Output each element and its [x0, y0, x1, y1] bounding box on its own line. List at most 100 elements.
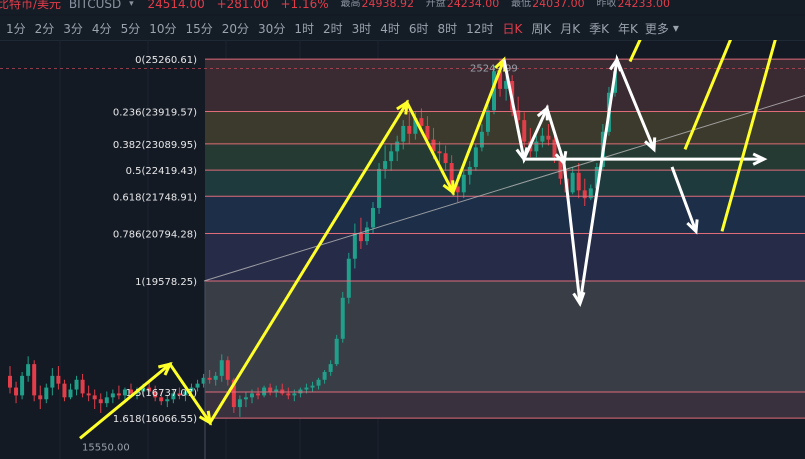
price-change-percent: +1.16%	[280, 0, 329, 11]
timeframe-10[interactable]: 2时	[323, 20, 343, 37]
price-annotation-0: 25249.99	[470, 64, 518, 75]
candle-body-6	[44, 387, 49, 400]
candle-body-59	[364, 227, 369, 242]
candle-body-50	[310, 385, 315, 388]
candle-body-54	[334, 338, 339, 365]
prev-close-value: 24233.00	[617, 0, 670, 10]
candle-body-16	[104, 397, 109, 404]
symbol-selector[interactable]: BITCUSD	[69, 0, 121, 10]
candle-body-14	[92, 395, 97, 400]
fib-label-5: 0.786(20794.28)	[113, 230, 197, 241]
chevron-down-icon[interactable]: ▾	[673, 21, 679, 35]
fib-band-5	[205, 233, 805, 282]
timeframe-0[interactable]: 1分	[6, 20, 26, 37]
open-value: 24234.00	[446, 0, 500, 10]
candle-body-41	[256, 393, 261, 396]
low-value: 24037.00	[532, 0, 585, 10]
candle-body-0	[8, 375, 12, 388]
candle-body-88	[540, 135, 545, 142]
timeframe-15[interactable]: 12时	[466, 20, 493, 37]
timeframe-16[interactable]: 日K	[502, 20, 522, 37]
candle-body-7	[50, 375, 55, 388]
candle-body-87	[534, 141, 539, 152]
candle-body-48	[298, 389, 303, 394]
fib-label-4: 0.618(21748.91)	[113, 192, 197, 203]
candle-body-64	[395, 141, 400, 152]
candle-body-17	[110, 393, 115, 398]
candle-body-12	[80, 379, 85, 394]
timeframe-12[interactable]: 4时	[380, 20, 400, 37]
high-label: 最高	[340, 0, 361, 9]
candle-body-40	[250, 393, 254, 398]
candle-body-53	[328, 364, 333, 372]
fib-label-2: 0.382(23089.95)	[113, 140, 197, 151]
candle-body-9	[62, 383, 67, 398]
candle-body-44	[274, 389, 279, 392]
candle-body-62	[383, 161, 388, 169]
candle-body-35	[219, 360, 224, 376]
candle-body-55	[340, 297, 345, 339]
timeframe-toolbar: 1分 2分 3分 4分 5分 10分 15分 20分 30分 1时 2时 3时 4时 6时 8时 12时 日K 周…	[0, 16, 805, 41]
candle-body-60	[371, 207, 375, 228]
candle-body-36	[225, 360, 230, 380]
candle-body-45	[280, 389, 285, 394]
candle-body-3	[26, 364, 31, 376]
last-price: 24514.00	[147, 0, 205, 11]
candle-body-65	[401, 125, 406, 142]
candle-body-75	[461, 174, 466, 193]
chevron-down-icon[interactable]: ▾	[129, 0, 134, 9]
candle-body-34	[213, 375, 218, 380]
timeframe-2[interactable]: 3分	[63, 20, 83, 37]
timeframe-19[interactable]: 季K	[589, 20, 609, 37]
candle-body-10	[68, 389, 73, 398]
fib-label-8: 1.618(16066.55)	[113, 414, 197, 425]
timeframe-18[interactable]: 月K	[560, 20, 580, 37]
candle-body-78	[479, 131, 484, 148]
candle-body-13	[86, 393, 91, 396]
timeframe-4[interactable]: 5分	[121, 20, 141, 37]
fib-band-2	[205, 143, 805, 171]
timeframe-1[interactable]: 2分	[35, 20, 55, 37]
candle-body-18	[116, 393, 121, 396]
high-value: 24938.92	[361, 0, 414, 10]
candle-body-63	[389, 151, 394, 162]
timeframe-11[interactable]: 3时	[352, 20, 372, 37]
candle-body-5	[38, 395, 43, 400]
fib-band-6	[205, 281, 805, 392]
candle-body-72	[443, 153, 448, 164]
timeframe-8[interactable]: 30分	[258, 20, 285, 37]
candle-body-71	[437, 151, 442, 154]
candle-body-89	[546, 135, 551, 140]
timeframe-17[interactable]: 周K	[531, 20, 551, 37]
candle-body-51	[316, 379, 321, 386]
timeframe-6[interactable]: 15分	[185, 20, 212, 37]
timeframe-3[interactable]: 4分	[92, 20, 112, 37]
timeframe-14[interactable]: 8时	[438, 20, 458, 37]
timeframe-20[interactable]: 年K	[618, 20, 638, 37]
candle-body-15	[98, 399, 103, 404]
candle-body-49	[304, 387, 309, 390]
candle-body-58	[358, 233, 363, 242]
quote-header: 比特币/美元 BITCUSD ▾ 24514.00 +281.00 +1.16%…	[0, 0, 805, 14]
prev-close-label: 昨收	[596, 0, 617, 9]
timeframe-7[interactable]: 20分	[222, 20, 249, 37]
fib-band-3	[205, 170, 805, 197]
timeframe-9[interactable]: 1时	[294, 20, 314, 37]
candle-body-57	[352, 233, 357, 259]
candle-body-38	[237, 399, 242, 408]
fib-label-3: 0.5(22419.43)	[126, 166, 198, 177]
instrument-title: 比特币/美元	[0, 0, 62, 11]
candle-body-66	[407, 125, 412, 134]
timeframe-13[interactable]: 6时	[409, 20, 429, 37]
more-timeframes-button[interactable]: 更多	[645, 20, 669, 37]
candle-body-95	[582, 190, 587, 199]
fib-band-4	[205, 196, 805, 234]
fib-band-1	[205, 111, 805, 144]
fib-label-6: 1(19578.25)	[135, 277, 197, 288]
low-label: 最低	[511, 0, 532, 9]
candle-body-4	[32, 364, 37, 396]
candle-body-42	[262, 387, 267, 396]
price-chart: 0(25260.61) 0.236(23919.57) 0.382(23089.95…	[0, 40, 805, 459]
timeframe-5[interactable]: 10分	[149, 20, 176, 37]
candle-body-47	[292, 393, 297, 396]
